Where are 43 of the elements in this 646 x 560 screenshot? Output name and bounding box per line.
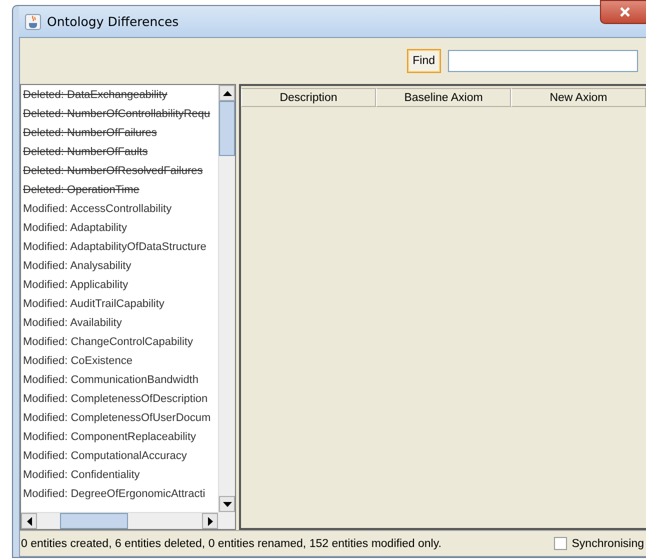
scroll-left-icon[interactable]	[21, 513, 37, 529]
deleted-entity-item[interactable]: Deleted: NumberOfControllabilityRequ	[21, 105, 218, 124]
modified-entity-item[interactable]: Modified: ComputationalAccuracy	[21, 447, 218, 466]
checkbox-label: Synchronising	[572, 538, 644, 550]
synchronising-checkbox[interactable]	[554, 537, 567, 550]
java-cup-icon	[25, 14, 41, 30]
deleted-entity-item[interactable]: Deleted: NumberOfFaults	[21, 143, 218, 162]
search-field[interactable]	[448, 50, 638, 72]
modified-entity-item[interactable]: Modified: AccessControllability	[21, 200, 218, 219]
deleted-entity-item[interactable]: Deleted: NumberOfResolvedFailures	[21, 162, 218, 181]
horizontal-scrollbar[interactable]	[21, 512, 218, 529]
column-header[interactable]: New Axiom	[511, 88, 646, 107]
close-button[interactable]	[600, 0, 646, 24]
modified-entity-item[interactable]: Modified: AuditTrailCapability	[21, 295, 218, 314]
modified-entity-item[interactable]: Modified: AdaptabilityOfDataStructure	[21, 238, 218, 257]
modified-entity-item[interactable]: Modified: CompletenessOfUserDocum	[21, 409, 218, 428]
scrollbar-corner	[218, 512, 235, 529]
modified-entity-item[interactable]: Modified: Analysability	[21, 257, 218, 276]
scroll-down-icon[interactable]	[219, 496, 235, 512]
modified-entity-item[interactable]: Modified: ComponentReplaceability	[21, 428, 218, 447]
modified-entity-item[interactable]: Modified: Adaptability	[21, 219, 218, 238]
deleted-entity-item[interactable]: Deleted: NumberOfFailures	[21, 124, 218, 143]
modified-entity-item[interactable]: Modified: CommunicationBandwidth	[21, 371, 218, 390]
scrollbar-thumb[interactable]	[60, 513, 128, 529]
vertical-scrollbar[interactable]	[218, 85, 235, 512]
scroll-up-icon[interactable]	[219, 85, 235, 101]
window-title: Ontology Differences	[47, 14, 179, 29]
column-header[interactable]: Baseline Axiom	[376, 88, 511, 107]
modified-entity-item[interactable]: Modified: Applicability	[21, 276, 218, 295]
status-text: 0 entities created, 6 entities deleted, 0 entities renamed, 152 entities modified only.	[21, 538, 442, 550]
modified-entity-item[interactable]: Modified: CompletenessOfDescription	[21, 390, 218, 409]
column-header[interactable]: Description	[241, 88, 376, 107]
modified-entity-item[interactable]: Modified: DegreeOfErgonomicAttracti	[21, 485, 218, 504]
close-icon	[619, 7, 631, 17]
deleted-entity-item[interactable]: Deleted: DataExchangeability	[21, 86, 218, 105]
modified-entity-item[interactable]: Modified: Confidentiality	[21, 466, 218, 485]
scroll-right-icon[interactable]	[202, 513, 218, 529]
modified-entity-item[interactable]: Modified: ChangeControlCapability	[21, 333, 218, 352]
modified-entity-item[interactable]: Modified: Availability	[21, 314, 218, 333]
find-button[interactable]: Find	[406, 49, 441, 73]
modified-entity-item[interactable]: Modified: CoExistence	[21, 352, 218, 371]
scrollbar-thumb[interactable]	[219, 101, 235, 156]
deleted-entity-item[interactable]: Deleted: OperationTime	[21, 181, 218, 200]
